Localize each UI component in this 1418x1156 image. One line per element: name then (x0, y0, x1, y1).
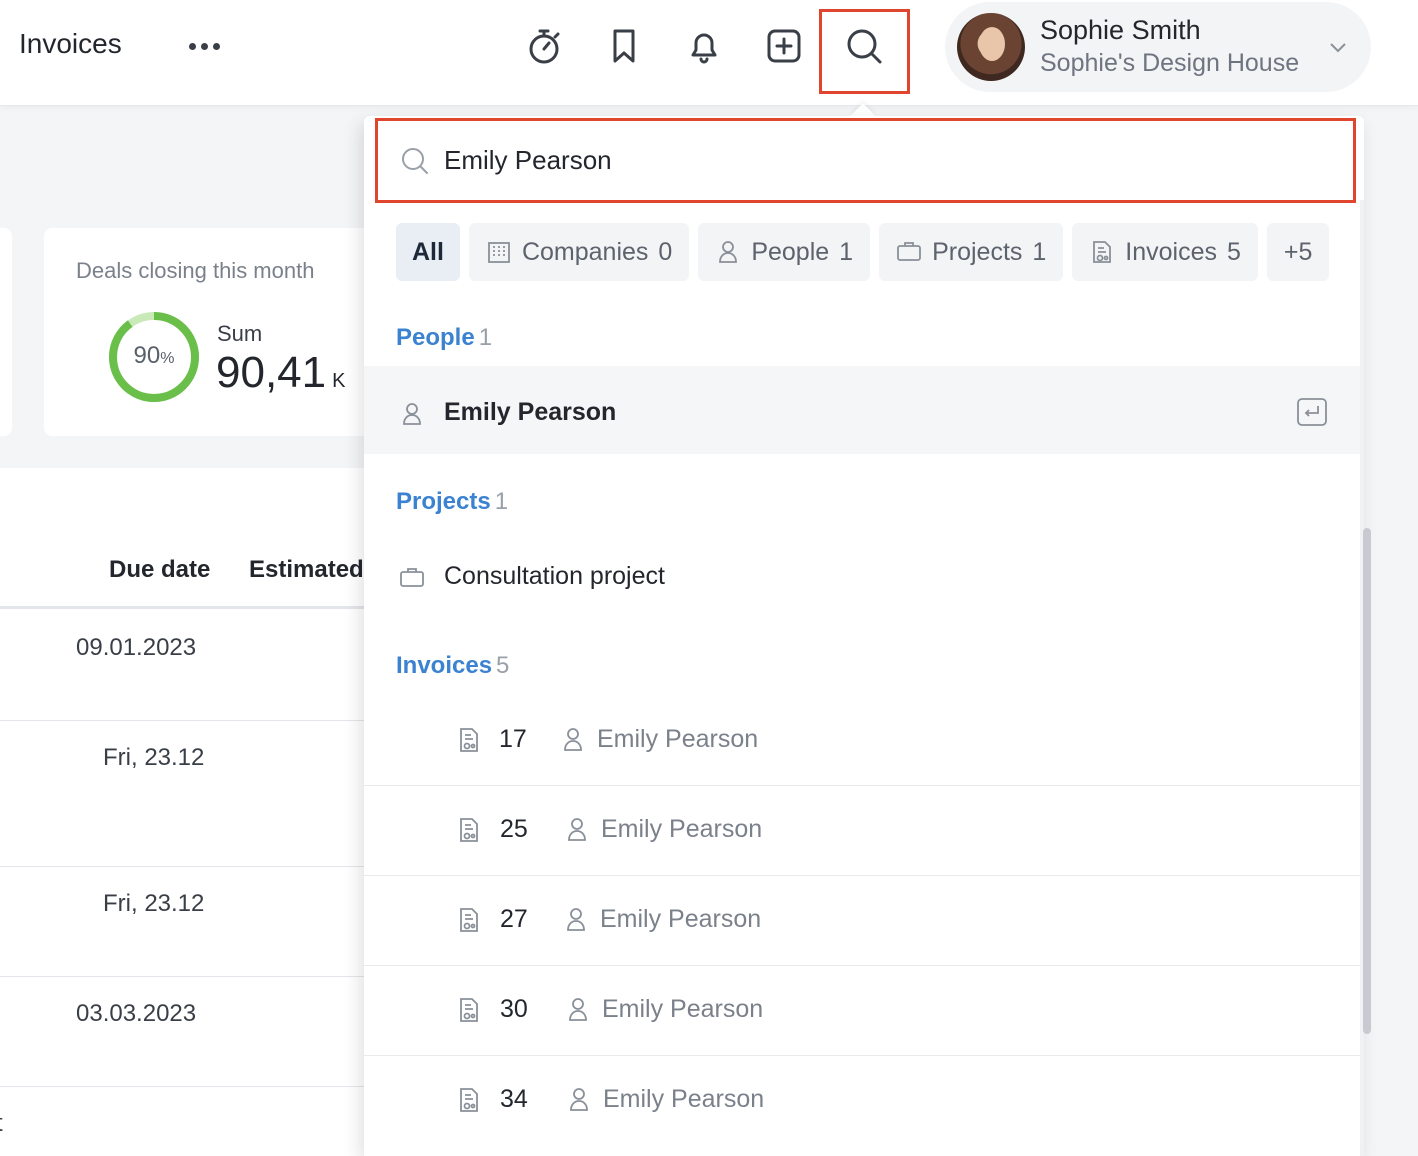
bookmark-icon[interactable] (600, 22, 648, 70)
invoice-person: Emily Pearson (597, 725, 759, 753)
invoice-icon (460, 998, 478, 1022)
more-options-button[interactable] (180, 28, 228, 64)
invoice-number: 17 (499, 725, 527, 753)
search-button-highlight (819, 9, 910, 94)
filter-more[interactable]: +5 (1266, 223, 1330, 281)
search-result-invoice[interactable]: 27 Emily Pearson (364, 876, 1360, 966)
invoice-person: Emily Pearson (601, 815, 763, 843)
filter-projects[interactable]: Projects 1 (879, 223, 1064, 281)
search-result-project[interactable]: Consultation project (364, 533, 1360, 623)
user-name: Sophie Smith (1040, 15, 1201, 45)
person-icon (568, 818, 586, 841)
scrollbar-thumb[interactable] (1363, 528, 1371, 1034)
due-date-cell: 09.01.2023 (76, 634, 197, 661)
invoice-icon (460, 1088, 478, 1112)
truncated-cell: t (0, 1110, 3, 1138)
due-date-cell: 03.03.2023 (76, 1000, 197, 1027)
row-divider (0, 976, 380, 977)
search-result-invoice[interactable]: 25 Emily Pearson (364, 786, 1360, 876)
person-icon (569, 998, 587, 1021)
search-result-person[interactable]: Emily Pearson (364, 366, 1360, 454)
column-header-due-date[interactable]: Due date (109, 556, 210, 584)
search-result-invoice[interactable]: 34 Emily Pearson (364, 1056, 1360, 1146)
sum-label: Sum (217, 321, 263, 346)
progress-percent: 90% (133, 342, 175, 369)
stat-card-partial (0, 228, 12, 436)
top-bar: Invoices Sophie Smith Sophie's Design Ho… (0, 0, 1418, 106)
person-icon (570, 1088, 588, 1111)
filter-companies[interactable]: Companies 0 (468, 223, 690, 281)
row-divider (0, 866, 380, 867)
due-date-cell: Fri, 23.12 (103, 890, 205, 917)
due-date-cell: Fri, 23.12 (103, 744, 205, 771)
person-icon (403, 403, 421, 425)
invoice-number: 25 (500, 815, 528, 843)
briefcase-icon (400, 568, 424, 587)
bell-icon[interactable] (680, 22, 728, 70)
search-field[interactable] (375, 118, 1356, 203)
invoice-table: Due date Estimated 09.01.2023 Fri, 23.12… (0, 468, 380, 1156)
add-square-icon[interactable] (760, 22, 808, 70)
invoice-number: 27 (500, 905, 528, 933)
person-icon (719, 241, 738, 263)
row-divider (0, 720, 380, 721)
invoice-icon (460, 818, 478, 842)
filter-all[interactable]: All (396, 223, 460, 281)
invoice-icon (460, 728, 478, 752)
search-result-invoice[interactable]: 30 Emily Pearson (364, 966, 1360, 1056)
person-icon (564, 728, 582, 751)
sum-value: 90,41 K (216, 348, 346, 397)
building-icon (488, 242, 510, 263)
invoice-icon (1093, 241, 1112, 263)
user-menu[interactable]: Sophie Smith Sophie's Design House (945, 2, 1371, 92)
filter-invoices[interactable]: Invoices 5 (1072, 223, 1258, 281)
deals-closing-card: Deals closing this month 90% Sum 90,41 K (44, 228, 384, 436)
invoice-number: 30 (500, 995, 528, 1023)
search-result-invoice[interactable]: 17 Emily Pearson (364, 696, 1360, 786)
card-title: Deals closing this month (76, 258, 315, 283)
search-dropdown: All Companies0 People1 Projects1 Invoice… (364, 116, 1364, 1156)
enter-key-icon (1297, 398, 1327, 426)
chevron-down-icon (1330, 43, 1346, 53)
invoice-icon (460, 908, 478, 932)
user-organization: Sophie's Design House (1040, 49, 1300, 77)
section-heading-people: People 1 (396, 324, 493, 351)
column-header-estimated[interactable]: Estimated (249, 556, 364, 584)
page-title: Invoices (19, 28, 122, 59)
project-name: Consultation project (444, 562, 665, 590)
header-divider (0, 606, 380, 609)
invoice-person: Emily Pearson (602, 995, 764, 1023)
invoice-person: Emily Pearson (603, 1085, 765, 1113)
invoice-person: Emily Pearson (600, 905, 762, 933)
search-filter-bar: All Companies 0 People 1 Projects 1 Invoice… (396, 223, 1330, 281)
person-icon (567, 908, 585, 931)
person-name: Emily Pearson (444, 398, 617, 426)
row-divider (0, 1086, 380, 1087)
invoice-number: 34 (500, 1085, 528, 1113)
briefcase-icon (897, 242, 921, 261)
avatar (957, 13, 1025, 81)
section-heading-invoices: Invoices 5 (396, 652, 510, 679)
stopwatch-icon[interactable] (520, 22, 568, 70)
filter-people[interactable]: People 1 (698, 223, 871, 281)
section-heading-projects: Projects 1 (396, 488, 509, 515)
search-input[interactable] (444, 140, 1324, 180)
search-icon (402, 148, 428, 174)
